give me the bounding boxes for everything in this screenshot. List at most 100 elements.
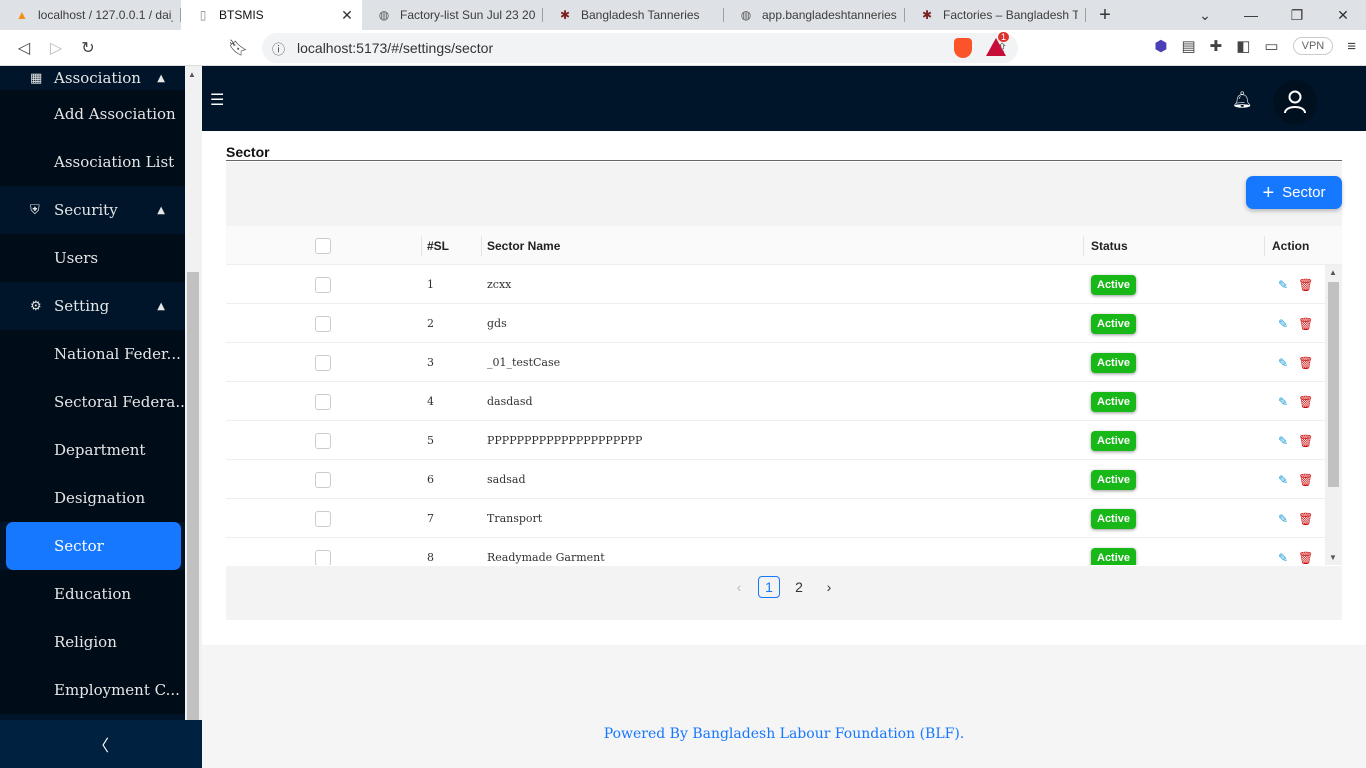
- extension-icon[interactable]: ⬢: [1154, 37, 1167, 55]
- prev-page-icon[interactable]: ‹: [728, 576, 750, 598]
- footer-credit[interactable]: Powered By Bangladesh Labour Foundation …: [202, 726, 1366, 742]
- edit-icon[interactable]: ✎: [1278, 551, 1288, 565]
- select-all-checkbox[interactable]: [315, 237, 331, 254]
- row-sector-name: _01_testCase: [487, 356, 561, 369]
- row-sector-name: Transport: [487, 512, 543, 525]
- delete-icon[interactable]: 🗑︎: [1298, 356, 1313, 370]
- add-sector-button[interactable]: + Sector: [1246, 176, 1342, 209]
- sidebar-group-label: Security: [54, 201, 118, 219]
- close-window-icon[interactable]: ✕: [1320, 0, 1366, 30]
- sidebar-toggle-icon[interactable]: ◧: [1236, 37, 1250, 55]
- browser-tab[interactable]: ▯ BTSMIS ✕: [181, 0, 362, 30]
- row-status-cell: Active: [1091, 460, 1137, 499]
- sidebar-item[interactable]: Sectoral Federa...: [0, 378, 185, 426]
- sidebar-item[interactable]: Add Association: [0, 90, 185, 138]
- sidebar-item[interactable]: Education: [0, 570, 185, 618]
- sidebar-item[interactable]: Users: [0, 234, 185, 282]
- avatar[interactable]: [1273, 80, 1317, 124]
- delete-icon[interactable]: 🗑︎: [1298, 395, 1313, 409]
- delete-icon[interactable]: 🗑︎: [1298, 434, 1313, 448]
- row-action-cell: ✎ 🗑︎: [1278, 421, 1313, 460]
- sidebar-item-label: Designation: [54, 489, 146, 507]
- delete-icon[interactable]: 🗑︎: [1298, 473, 1313, 487]
- delete-icon[interactable]: 🗑︎: [1298, 278, 1313, 292]
- sidebar-item[interactable]: Designation: [0, 474, 185, 522]
- reload-icon[interactable]: ↻: [72, 32, 104, 64]
- back-icon[interactable]: ◁: [8, 32, 40, 64]
- page-number[interactable]: 2: [788, 576, 810, 598]
- sidebar-group-association[interactable]: ▦ Association ▲: [0, 66, 185, 90]
- edit-icon[interactable]: ✎: [1278, 434, 1288, 448]
- row-checkbox[interactable]: [315, 510, 331, 527]
- close-tab-icon[interactable]: ✕: [340, 7, 354, 24]
- forward-icon[interactable]: ▷: [40, 32, 72, 64]
- sidebar-scrollbar[interactable]: ▲: [185, 66, 202, 720]
- row-checkbox[interactable]: [315, 432, 331, 449]
- tab-title: Factories – Bangladesh Tann: [943, 8, 1078, 22]
- sidebar-item[interactable]: Association List: [0, 138, 185, 186]
- wallet-icon[interactable]: ▭: [1264, 37, 1278, 55]
- sidebar-item[interactable]: Department: [0, 426, 185, 474]
- table-scrollbar[interactable]: ▲ ▼: [1325, 265, 1342, 565]
- scroll-up-arrow-icon[interactable]: ▲: [188, 70, 196, 79]
- edit-icon[interactable]: ✎: [1278, 317, 1288, 331]
- column-divider: [481, 236, 482, 256]
- tab-separator: [1085, 8, 1086, 22]
- sidebar-scroll-thumb[interactable]: [187, 272, 199, 720]
- delete-icon[interactable]: 🗑︎: [1298, 512, 1313, 526]
- sidebar-item-label: Department: [54, 441, 146, 459]
- edit-icon[interactable]: ✎: [1278, 473, 1288, 487]
- restore-icon[interactable]: ❐: [1274, 0, 1320, 30]
- edit-icon[interactable]: ✎: [1278, 512, 1288, 526]
- puzzle-icon[interactable]: ✚: [1210, 37, 1223, 55]
- scroll-up-arrow-icon[interactable]: ▲: [1329, 268, 1337, 277]
- browser-menu-icon[interactable]: ≡: [1347, 38, 1356, 55]
- sidebar-item[interactable]: Sector: [6, 522, 181, 570]
- site-info-icon[interactable]: ⓘ: [272, 39, 285, 58]
- chevron-up-icon: ▲: [157, 72, 165, 84]
- brave-rewards-icon[interactable]: 1: [986, 32, 1010, 56]
- delete-icon[interactable]: 🗑︎: [1298, 317, 1313, 331]
- row-checkbox[interactable]: [315, 549, 331, 565]
- address-bar[interactable]: ⓘ localhost:5173/#/settings/sector ⇪: [262, 33, 1018, 63]
- edit-icon[interactable]: ✎: [1278, 395, 1288, 409]
- bell-icon[interactable]: 🔔︎: [1232, 90, 1252, 110]
- new-tab-button[interactable]: +: [1090, 0, 1120, 30]
- browser-tab[interactable]: ▲ localhost / 127.0.0.1 / dai_in: [0, 0, 181, 30]
- page-number[interactable]: 1: [758, 576, 780, 598]
- url-text[interactable]: localhost:5173/#/settings/sector: [297, 40, 996, 56]
- browser-tab[interactable]: ◍ Factory-list Sun Jul 23 2023: [362, 0, 543, 30]
- sidebar-item[interactable]: Employment C...: [0, 666, 185, 714]
- row-sl: 8: [427, 551, 434, 564]
- table-scroll-thumb[interactable]: [1328, 282, 1339, 487]
- delete-icon[interactable]: 🗑︎: [1298, 551, 1313, 565]
- row-sl: 6: [427, 473, 434, 486]
- column-divider: [1083, 236, 1084, 256]
- edit-icon[interactable]: ✎: [1278, 356, 1288, 370]
- row-checkbox[interactable]: [315, 276, 331, 293]
- browser-tab[interactable]: ✱ Factories – Bangladesh Tann: [905, 0, 1086, 30]
- browser-tab[interactable]: ✱ Bangladesh Tanneries: [543, 0, 724, 30]
- bookmark-icon[interactable]: 🔖︎: [222, 32, 254, 64]
- collapse-sidebar-button[interactable]: 〈: [0, 720, 202, 768]
- notes-extension-icon[interactable]: ▤: [1181, 37, 1195, 55]
- sidebar-item[interactable]: Religion: [0, 618, 185, 666]
- sidebar-group-setting[interactable]: ⚙ Setting ▲: [0, 282, 185, 330]
- sidebar-group-security[interactable]: ⛨ Security ▲: [0, 186, 185, 234]
- scroll-down-arrow-icon[interactable]: ▼: [1329, 553, 1337, 562]
- row-checkbox[interactable]: [315, 471, 331, 488]
- vpn-button[interactable]: VPN: [1292, 37, 1334, 55]
- building-icon: ▦: [30, 70, 43, 86]
- menu-fold-icon[interactable]: ☰: [210, 90, 224, 110]
- edit-icon[interactable]: ✎: [1278, 278, 1288, 292]
- status-badge: Active: [1091, 469, 1137, 490]
- row-checkbox[interactable]: [315, 315, 331, 332]
- browser-tab[interactable]: ◍ app.bangladeshtanneries.or: [724, 0, 905, 30]
- next-page-icon[interactable]: ›: [818, 576, 840, 598]
- minimize-icon[interactable]: —: [1228, 0, 1274, 30]
- sidebar-item[interactable]: National Feder...: [0, 330, 185, 378]
- row-checkbox[interactable]: [315, 354, 331, 371]
- brave-shields-icon[interactable]: [954, 38, 972, 58]
- tab-search-icon[interactable]: ⌄: [1182, 0, 1228, 30]
- row-checkbox[interactable]: [315, 393, 331, 410]
